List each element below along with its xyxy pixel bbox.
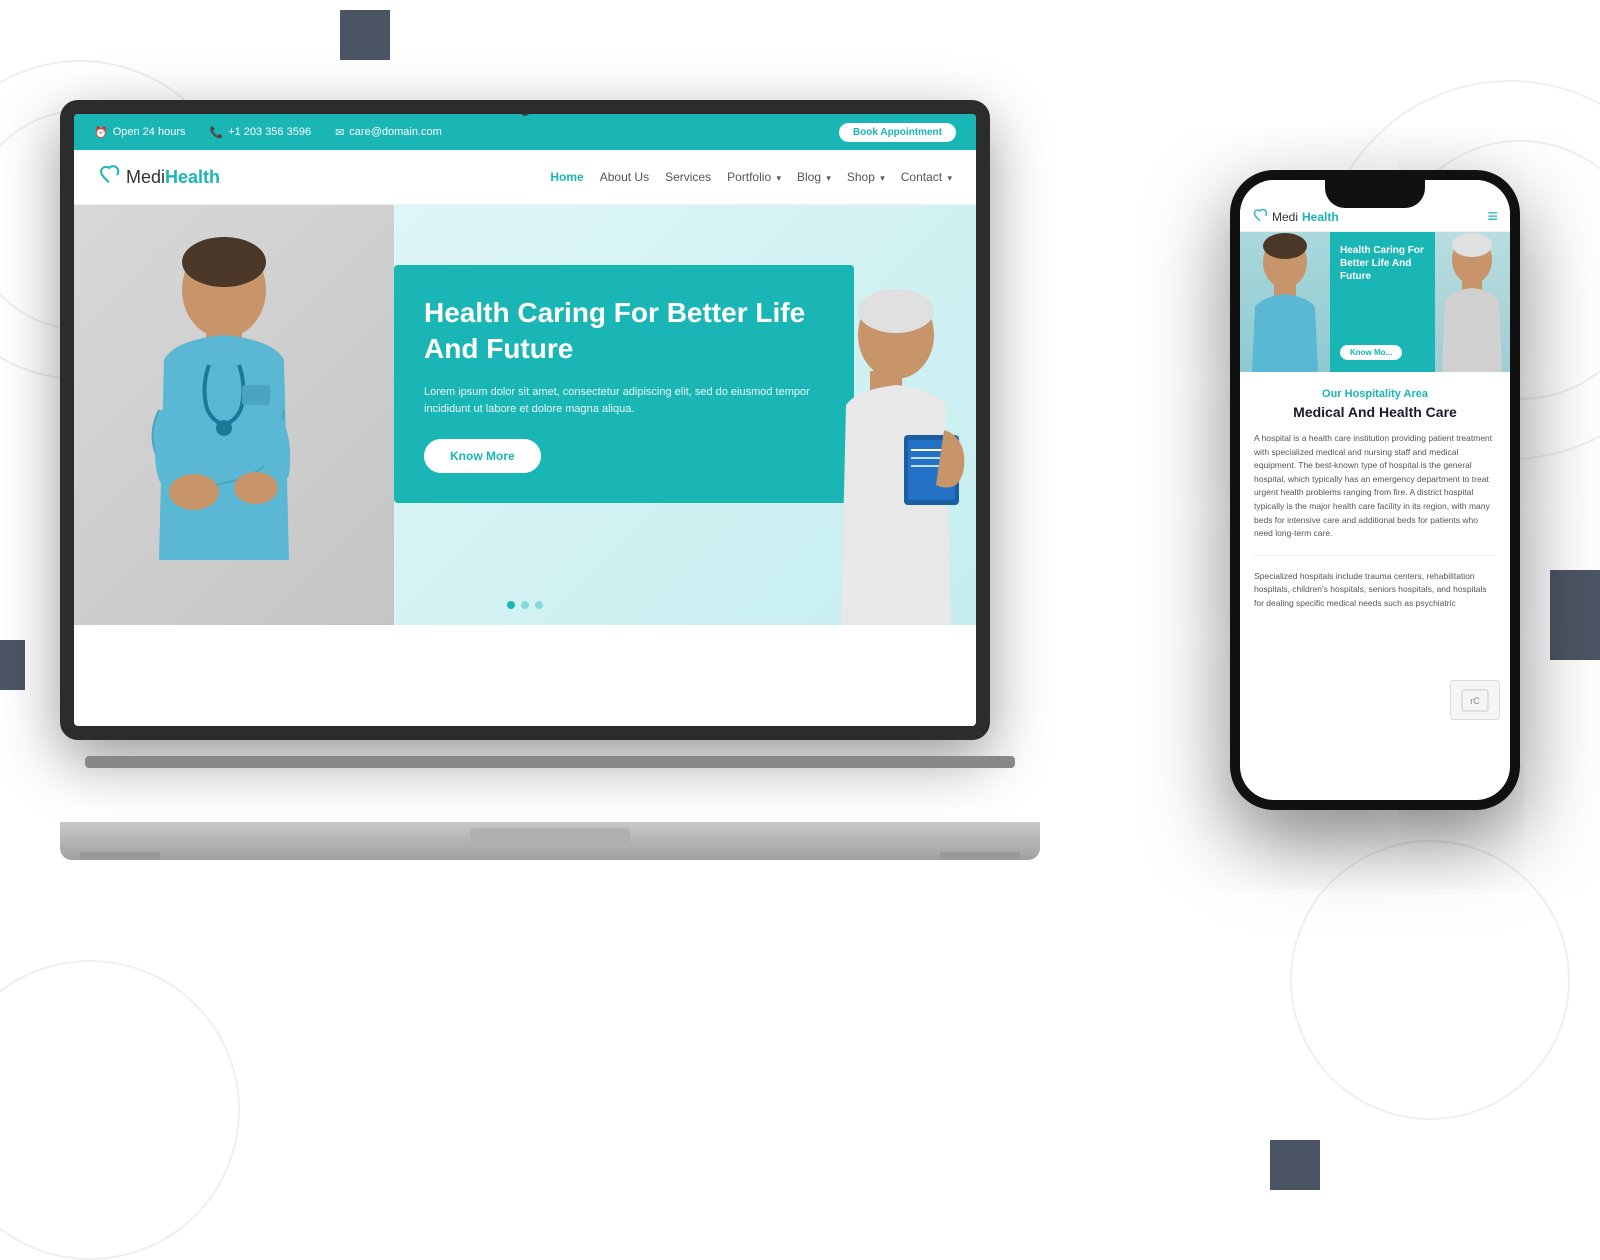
laptop-foot-right	[940, 852, 1020, 860]
doctor-figure-right	[816, 275, 976, 625]
phone-know-more-button[interactable]: Know Mo...	[1340, 345, 1402, 360]
logo-text: MediHealth	[126, 167, 220, 188]
phone-icon: 📞	[209, 126, 223, 139]
laptop-base	[60, 822, 1040, 860]
topbar-email: ✉ care@domain.com	[335, 126, 442, 139]
bg-circle-br	[1290, 840, 1570, 1120]
topbar-hours: ⏰ Open 24 hours	[94, 126, 185, 139]
nav-home[interactable]: Home	[550, 170, 583, 184]
phone-hamburger-icon[interactable]: ≡	[1487, 206, 1498, 227]
bg-square-bottom-right	[1270, 1140, 1320, 1190]
hero-title: Health Caring For Better Life And Future	[424, 295, 824, 368]
clock-icon: ⏰	[94, 126, 108, 139]
nav-portfolio[interactable]: Portfolio ▾	[727, 170, 781, 184]
phone-divider	[1254, 555, 1496, 556]
phone-main-content: Our Hospitality Area Medical And Health …	[1240, 372, 1510, 627]
phone-hero-banner: Health Caring For Better Life And Future…	[1240, 232, 1510, 372]
bg-square-mid-left	[0, 640, 25, 690]
nav-contact[interactable]: Contact ▾	[901, 170, 952, 184]
phone-hero-title: Health Caring For Better Life And Future	[1340, 244, 1425, 283]
phone-outer: MediHealth ≡ Health Caring For B	[1230, 170, 1520, 810]
hero-section: Health Caring For Better Life And Future…	[74, 205, 976, 625]
hero-dot-2[interactable]	[521, 601, 529, 609]
topbar-phone: 📞 +1 203 356 3596	[209, 126, 311, 139]
site-topbar: ⏰ Open 24 hours 📞 +1 203 356 3596 ✉ care…	[74, 114, 976, 150]
bg-circle-bl	[0, 960, 240, 1260]
phone-notch	[1325, 180, 1425, 208]
hero-know-more-button[interactable]: Know More	[424, 439, 541, 473]
laptop-touchpad	[470, 828, 630, 848]
nav-about[interactable]: About Us	[600, 170, 649, 184]
site-navbar: MediHealth Home About Us Services Portfo…	[74, 150, 976, 205]
bg-square-mid-right	[1550, 570, 1600, 660]
logo-heart-icon	[98, 164, 120, 190]
phone-hero-text: Health Caring For Better Life And Future…	[1330, 232, 1435, 372]
phone-screen: MediHealth ≡ Health Caring For B	[1240, 180, 1510, 800]
phone-hospitality-text1: A hospital is a health care institution …	[1254, 432, 1496, 541]
hero-dot-3[interactable]	[535, 601, 543, 609]
hero-description: Lorem ipsum dolor sit amet, consectetur …	[424, 384, 824, 419]
phone-logo-medi: Medi	[1272, 210, 1298, 224]
site-logo: MediHealth	[98, 164, 220, 190]
website-content: ⏰ Open 24 hours 📞 +1 203 356 3596 ✉ care…	[74, 114, 976, 726]
email-icon: ✉	[335, 126, 344, 139]
nav-links: Home About Us Services Portfolio ▾ Blog …	[550, 170, 952, 184]
svg-text:rC: rC	[1470, 696, 1480, 706]
laptop-camera	[520, 106, 530, 116]
bg-square-top	[340, 10, 390, 60]
hero-text-box: Health Caring For Better Life And Future…	[394, 265, 854, 503]
phone-hospitality-title: Medical And Health Care	[1254, 404, 1496, 420]
laptop-mockup: ⏰ Open 24 hours 📞 +1 203 356 3596 ✉ care…	[60, 100, 1040, 860]
phone-mockup: MediHealth ≡ Health Caring For B	[1230, 170, 1520, 810]
nav-blog[interactable]: Blog ▾	[797, 170, 831, 184]
logo-medi: Medi	[126, 167, 165, 187]
laptop-hinge	[85, 756, 1015, 768]
laptop-foot-left	[80, 852, 160, 860]
phone-logo: Medi Health	[1252, 208, 1339, 225]
phone-logo-health: Health	[1302, 210, 1339, 224]
phone-captcha-widget: rC	[1450, 680, 1500, 720]
phone-hospitality-subtitle: Our Hospitality Area	[1254, 388, 1496, 400]
phone-hospitality-text2: Specialized hospitals include trauma cen…	[1254, 570, 1496, 611]
book-appointment-button[interactable]: Book Appointment	[839, 123, 956, 142]
phone-hero-doctor-right	[1435, 232, 1510, 372]
nav-shop[interactable]: Shop ▾	[847, 170, 885, 184]
nav-services[interactable]: Services	[665, 170, 711, 184]
phone-logo-icon	[1252, 208, 1268, 225]
doctor-figure-left	[94, 210, 354, 625]
phone-hero-doctor-left	[1240, 232, 1330, 372]
logo-health: Health	[165, 167, 220, 187]
hero-dot-1[interactable]	[507, 601, 515, 609]
laptop-screen: ⏰ Open 24 hours 📞 +1 203 356 3596 ✉ care…	[60, 100, 990, 740]
hero-carousel-dots	[507, 601, 543, 609]
